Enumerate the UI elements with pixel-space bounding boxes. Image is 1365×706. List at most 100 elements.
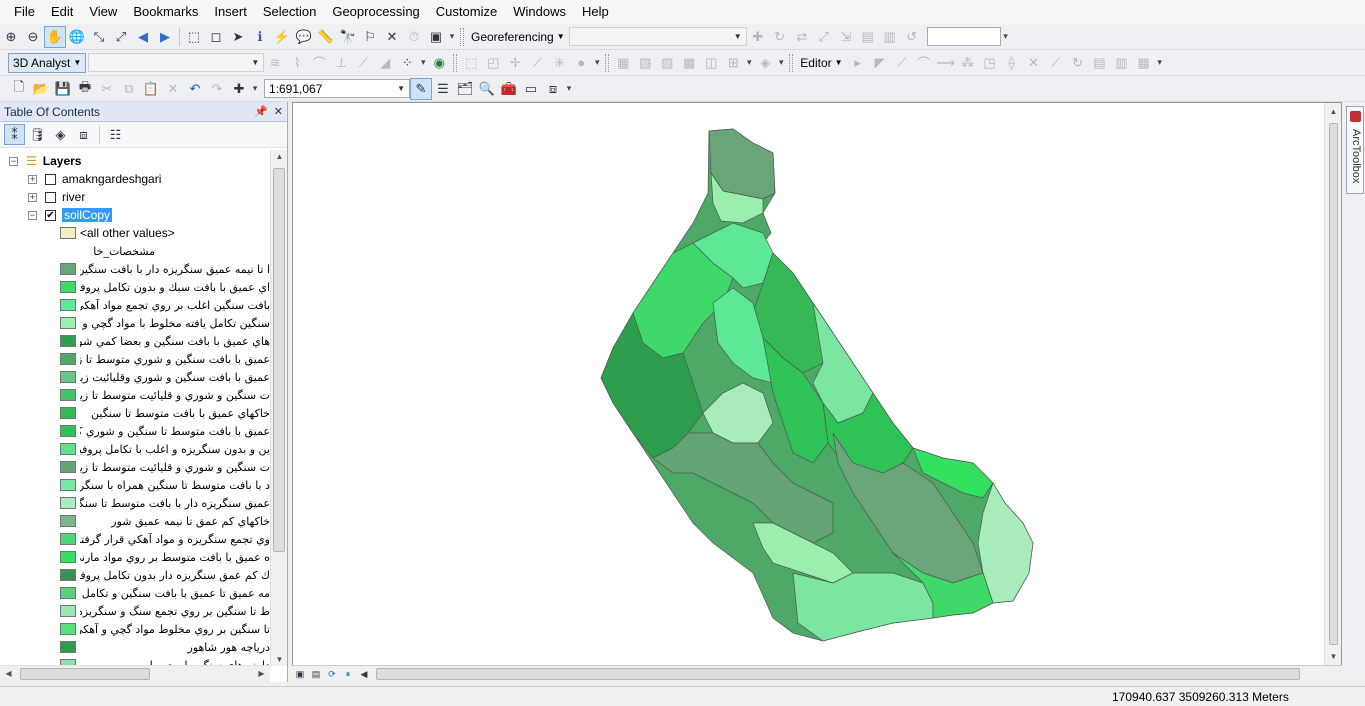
map-vertical-scrollbar[interactable]: ▲ ▼ bbox=[1324, 103, 1341, 665]
add-data-icon[interactable]: ✚ bbox=[228, 78, 250, 100]
arctoolbox-icon[interactable]: 🧰 bbox=[498, 78, 520, 100]
straight-segment-icon[interactable]: ⟋ bbox=[891, 52, 913, 74]
select-features-icon[interactable]: ⬚ bbox=[183, 26, 205, 48]
fit-to-display-icon[interactable]: ⇲ bbox=[835, 26, 857, 48]
toolbar-overflow-icon-6[interactable]: ▾ bbox=[1155, 57, 1165, 68]
expand-icon[interactable]: + bbox=[28, 174, 37, 184]
zoom-out-icon[interactable]: ⊖ bbox=[22, 26, 44, 48]
toolbar-overflow-icon-5[interactable]: ▾ bbox=[776, 57, 786, 68]
scroll-down-icon[interactable]: ▼ bbox=[271, 655, 288, 664]
layer-visibility-checkbox[interactable] bbox=[45, 191, 56, 203]
3d-analyst-layer-combo[interactable]: ▼ bbox=[88, 53, 265, 72]
topology-icon[interactable]: ▦ bbox=[612, 52, 634, 74]
open-icon[interactable]: 📂 bbox=[30, 78, 52, 100]
pin-icon[interactable]: 📌 bbox=[254, 105, 268, 118]
layer-name[interactable]: amakngardeshgari bbox=[62, 172, 161, 186]
flicker-icon[interactable]: ▥ bbox=[879, 26, 901, 48]
list-by-visibility-icon[interactable]: ◈ bbox=[50, 124, 71, 145]
map-scroll-left-icon[interactable]: ◀ bbox=[356, 667, 372, 681]
topology-edit-icon[interactable]: ▧ bbox=[634, 52, 656, 74]
reshape-feature-icon[interactable]: ⟠ bbox=[1001, 52, 1023, 74]
html-popup-icon[interactable]: 💬 bbox=[293, 26, 315, 48]
clear-selection-icon[interactable]: ◻ bbox=[205, 26, 227, 48]
create-features-icon[interactable]: ▦ bbox=[1133, 52, 1155, 74]
rotate-icon[interactable]: ↻ bbox=[769, 26, 791, 48]
toolbar-overflow-icon-3[interactable]: ▾ bbox=[592, 57, 602, 68]
validate-icon[interactable]: ◫ bbox=[700, 52, 722, 74]
3d-analyst-menu[interactable]: 3D Analyst ▼ bbox=[8, 52, 87, 73]
print-icon[interactable]: 🖶 bbox=[74, 78, 96, 100]
menu-customize[interactable]: Customize bbox=[428, 0, 505, 24]
point-icon[interactable]: ⁂ bbox=[957, 52, 979, 74]
map-canvas[interactable] bbox=[293, 103, 1327, 665]
forward-extent-icon[interactable]: ▶ bbox=[154, 26, 176, 48]
go-to-xy-icon[interactable]: ✕ bbox=[381, 26, 403, 48]
menu-bookmarks[interactable]: Bookmarks bbox=[125, 0, 206, 24]
split-tool-icon[interactable]: ⟋ bbox=[1045, 52, 1067, 74]
cut-feature-icon[interactable]: ✕ bbox=[1023, 52, 1045, 74]
fixed-zoom-in-icon[interactable]: ⤡ bbox=[88, 26, 110, 48]
table-of-contents-icon[interactable]: ☰ bbox=[432, 78, 454, 100]
layer-item-soilcopy[interactable]: − ✔ soilCopy bbox=[28, 206, 113, 224]
attributes-icon[interactable]: ● bbox=[570, 52, 592, 74]
time-slider-icon[interactable]: ⏱ bbox=[403, 26, 425, 48]
collapse-icon[interactable]: − bbox=[28, 210, 37, 220]
close-icon[interactable]: ✕ bbox=[274, 105, 283, 118]
point-cloud-icon[interactable]: ⁘ bbox=[396, 52, 418, 74]
layer-name[interactable]: soilCopy bbox=[62, 208, 113, 222]
toolbar-overflow-icon-2[interactable]: ▾ bbox=[1001, 31, 1011, 42]
swipe-icon[interactable]: ↺ bbox=[901, 26, 923, 48]
map-topology-icon[interactable]: ▨ bbox=[656, 52, 678, 74]
rotate-feature-icon[interactable]: ↻ bbox=[1067, 52, 1089, 74]
link-table-icon[interactable]: ▤ bbox=[857, 26, 879, 48]
data-view-icon[interactable]: ▣ bbox=[292, 667, 308, 681]
reshape-icon[interactable]: ◰ bbox=[482, 52, 504, 74]
scroll-thumb[interactable] bbox=[273, 168, 285, 552]
layout-view-icon[interactable]: ▤ bbox=[308, 667, 324, 681]
measure-icon[interactable]: 📏 bbox=[315, 26, 337, 48]
scroll-up-icon[interactable]: ▲ bbox=[271, 152, 288, 161]
trace-icon[interactable]: ⟿ bbox=[935, 52, 957, 74]
map-horizontal-scrollbar[interactable] bbox=[372, 668, 1300, 680]
menu-help[interactable]: Help bbox=[574, 0, 617, 24]
attributes-window-icon[interactable]: ▤ bbox=[1089, 52, 1111, 74]
h-scroll-thumb[interactable] bbox=[20, 668, 150, 680]
interpolate-line-icon[interactable]: ⟋ bbox=[352, 52, 374, 74]
find-icon[interactable]: 🔭 bbox=[337, 26, 359, 48]
toc-horizontal-scrollbar[interactable]: ◀ ▶ bbox=[0, 665, 270, 682]
editor-menu[interactable]: Editor ▼ bbox=[796, 53, 846, 73]
python-window-icon[interactable]: ▭ bbox=[520, 78, 542, 100]
contour-icon[interactable]: ≋ bbox=[264, 52, 286, 74]
full-extent-icon[interactable]: 🌐 bbox=[66, 26, 88, 48]
end-point-arc-icon[interactable]: ⌒ bbox=[913, 52, 935, 74]
model-builder-icon[interactable]: ⧈ bbox=[542, 78, 564, 100]
sketch-properties-icon[interactable]: ▥ bbox=[1111, 52, 1133, 74]
back-extent-icon[interactable]: ◀ bbox=[132, 26, 154, 48]
georef-layer-combo[interactable]: ▼ bbox=[568, 27, 747, 46]
map-scale-combo[interactable]: 1:691,067 ▼ bbox=[264, 79, 410, 98]
layer-item-amakngardeshgari[interactable]: + amakngardeshgari bbox=[28, 170, 161, 188]
toolbar-overflow-icon[interactable]: ▾ bbox=[447, 31, 457, 42]
menu-insert[interactable]: Insert bbox=[206, 0, 255, 24]
edit-vertices-icon[interactable]: ⬚ bbox=[460, 52, 482, 74]
search-window-icon[interactable]: 🔍 bbox=[476, 78, 498, 100]
expand-icon[interactable]: + bbox=[28, 192, 37, 202]
cut-polygon-icon[interactable]: ⟋ bbox=[526, 52, 548, 74]
rotate-tool-icon[interactable]: ✳ bbox=[548, 52, 570, 74]
menu-windows[interactable]: Windows bbox=[505, 0, 574, 24]
scroll-right-icon[interactable]: ▶ bbox=[253, 669, 270, 678]
steepest-path-icon[interactable]: ⌇ bbox=[286, 52, 308, 74]
layer-visibility-checkbox[interactable]: ✔ bbox=[45, 209, 56, 221]
point-cloud-dropdown-icon[interactable]: ▾ bbox=[418, 57, 428, 68]
scroll-left-icon[interactable]: ◀ bbox=[0, 669, 17, 678]
pause-drawing-icon[interactable]: ⏸ bbox=[340, 667, 356, 681]
edit-annotation-icon[interactable]: ◤ bbox=[869, 52, 891, 74]
find-text-input[interactable] bbox=[926, 27, 1001, 46]
list-by-source-icon[interactable]: 🛢 bbox=[27, 124, 48, 145]
error-inspector-icon[interactable]: ⊞ bbox=[722, 52, 744, 74]
add-data-dropdown-icon[interactable]: ▾ bbox=[250, 83, 260, 94]
layer-name[interactable]: river bbox=[62, 190, 85, 204]
layers-root[interactable]: − ☰ Layers bbox=[9, 152, 81, 170]
toolbar-overflow-icon-4[interactable]: ▾ bbox=[744, 57, 754, 68]
map-scroll-thumb[interactable] bbox=[1329, 123, 1338, 645]
